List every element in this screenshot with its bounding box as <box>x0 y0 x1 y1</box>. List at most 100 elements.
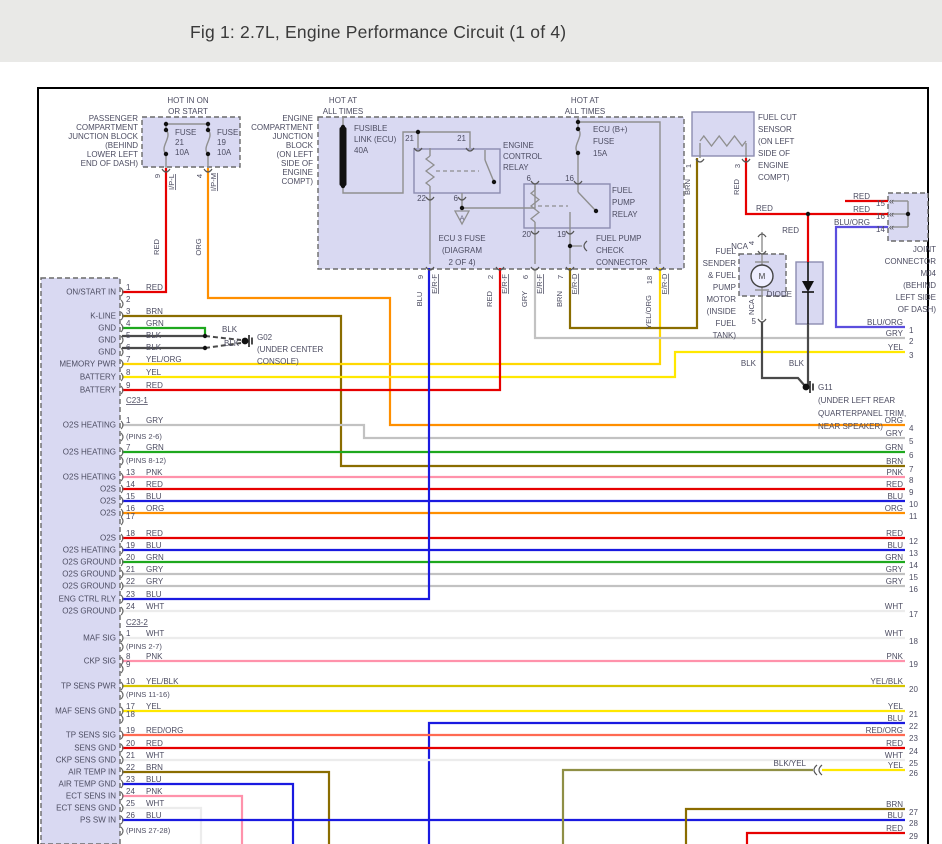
label: NEAR SPEAKER) <box>818 422 883 431</box>
pin-number: 8 <box>126 368 131 377</box>
fuel-cut-sensor-box <box>692 112 754 156</box>
rotated-label: 9 <box>416 275 425 279</box>
circuit-label: ECT SENS GND <box>56 804 116 813</box>
label: 16 <box>876 212 885 221</box>
ecu3-fuse-letter: A <box>460 215 465 222</box>
wire-color-label: WHT <box>146 602 164 611</box>
rotated-label: 2 <box>486 275 495 279</box>
pin-number: 12 <box>909 537 918 546</box>
wire-color-label: GRY <box>146 565 164 574</box>
circuit-label: BATTERY <box>80 373 117 382</box>
wire-brn <box>686 809 905 844</box>
circuit-label: O2S <box>100 534 116 543</box>
wire-color-label: GRY <box>886 329 904 338</box>
label: 15A <box>593 149 608 158</box>
circuit-label: ON/START IN <box>66 288 116 297</box>
label: G02 <box>257 333 273 342</box>
rotated-label: YEL/ORG <box>644 295 653 329</box>
rotated-label: E/R-F <box>535 274 544 294</box>
pin-note: (PINS 2-6) <box>126 432 162 441</box>
pin-number: 22 <box>126 577 135 586</box>
label: M04 <box>920 269 936 278</box>
junction-dot <box>416 130 420 134</box>
label: FUSE <box>175 128 196 137</box>
label: (UNDER CENTER <box>257 345 323 354</box>
pin-bracket <box>121 336 123 344</box>
circuit-label: MAF SIG <box>83 634 116 643</box>
pin-number: 9 <box>126 660 131 669</box>
label: COMPT) <box>758 173 790 182</box>
wire-color-label: GRY <box>146 416 164 425</box>
wire-red <box>122 168 166 292</box>
label: PASSENGER <box>89 114 138 123</box>
circuit-label: AIR TEMP IN <box>68 768 116 777</box>
wire-color-label: BLU <box>146 590 162 599</box>
label: FUEL <box>612 186 633 195</box>
label: CONNECTOR <box>885 257 937 266</box>
wire-color-label: BLU <box>887 541 903 550</box>
pin-number: 24 <box>126 787 135 796</box>
label: FUEL <box>716 319 737 328</box>
label: & FUEL <box>708 271 737 280</box>
label: SENSOR <box>758 125 792 134</box>
rotated-label: BRN <box>683 179 692 195</box>
label: BLK <box>789 359 805 368</box>
pin-note: (PINS 27-28) <box>126 826 171 835</box>
circuit-label: O2S HEATING <box>63 448 116 457</box>
pin-number: 3 <box>126 307 131 316</box>
label: 21 <box>457 134 466 143</box>
pin-number: 22 <box>909 722 918 731</box>
joint-connector-arrow-icon: « <box>889 222 894 232</box>
label: PUMP <box>713 283 736 292</box>
label: 10A <box>175 148 190 157</box>
pin-number: 19 <box>126 541 135 550</box>
wire-color-label: BLK <box>146 331 162 340</box>
junction-dot <box>341 184 345 188</box>
label: FUSE <box>217 128 238 137</box>
rotated-label: NCA <box>747 298 756 315</box>
rotated-label: 6 <box>521 275 530 279</box>
label: PUMP <box>612 198 635 207</box>
pin-number: 2 <box>126 295 131 304</box>
junction-dot <box>492 180 496 184</box>
pin-number: 1 <box>126 416 131 425</box>
circuit-label: O2S GROUND <box>62 570 116 579</box>
pin-number: 14 <box>126 480 135 489</box>
pin-number: 21 <box>909 710 918 719</box>
wire-color-label: BRN <box>146 763 163 772</box>
rotated-label: E/R-D <box>660 273 669 294</box>
junction-dot <box>576 151 580 155</box>
label: CONNECTOR <box>596 258 648 267</box>
label: (BEHIND <box>105 141 138 150</box>
label: RED <box>756 204 773 213</box>
pin-number: 16 <box>909 585 918 594</box>
label: END OF DASH) <box>81 159 139 168</box>
wire-color-label: GRY <box>886 565 904 574</box>
pin-number: 18 <box>126 529 135 538</box>
pin-number: 26 <box>909 769 918 778</box>
label: HOT AT <box>329 96 357 105</box>
label: FUSIBLE <box>354 124 387 133</box>
wire-color-label: YEL <box>888 343 904 352</box>
circuit-label: K-LINE <box>90 312 116 321</box>
circuit-label: GND <box>98 336 116 345</box>
wire-color-label: RED <box>886 480 903 489</box>
label: COMPT) <box>281 177 313 186</box>
pin-number: 8 <box>909 476 914 485</box>
pin-number: 7 <box>126 355 131 364</box>
pin-number: 2 <box>909 337 914 346</box>
label: ENGINE <box>282 114 313 123</box>
wire-color-label: WHT <box>146 751 164 760</box>
pin-number: 4 <box>126 319 131 328</box>
label: 19 <box>217 138 226 147</box>
diode-box <box>796 262 823 324</box>
label: SIDE OF <box>281 159 313 168</box>
pin-number: 7 <box>126 443 131 452</box>
label: FUSE <box>593 137 614 146</box>
circuit-label: TP SENS SIG <box>66 731 116 740</box>
label: ECU (B+) <box>593 125 628 134</box>
pin-number: 17 <box>909 610 918 619</box>
rotated-label: 3 <box>733 164 742 168</box>
circuit-label: O2S <box>100 497 116 506</box>
label: 2 OF 4) <box>448 258 475 267</box>
